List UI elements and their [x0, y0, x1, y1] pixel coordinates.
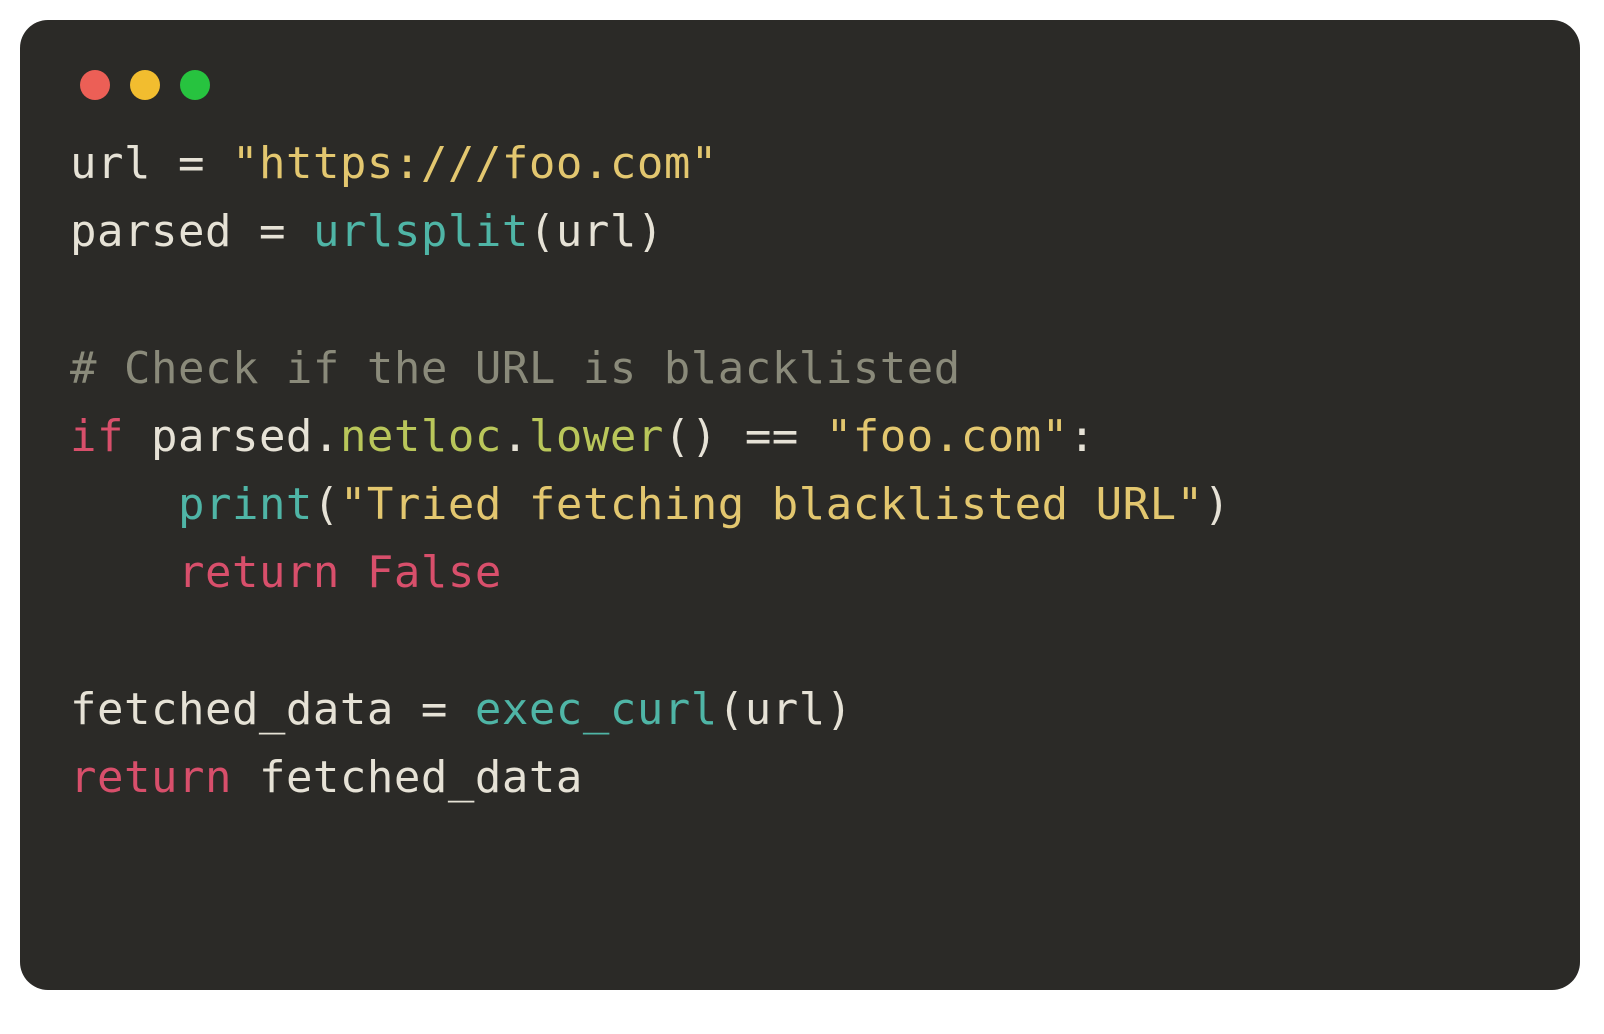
minimize-icon[interactable]: [130, 70, 160, 100]
code-line: if parsed.netloc.lower() == "foo.com":: [70, 411, 1096, 462]
function-call: urlsplit: [313, 206, 529, 257]
function-call: print: [178, 479, 313, 530]
code-line: return False: [70, 547, 502, 598]
operator: =: [394, 684, 475, 735]
zoom-icon[interactable]: [180, 70, 210, 100]
indent: [70, 479, 178, 530]
keyword-return: return: [178, 547, 340, 598]
object: parsed: [151, 411, 313, 462]
literal-false: False: [367, 547, 502, 598]
space: [124, 411, 151, 462]
string-literal: "foo.com": [826, 411, 1069, 462]
variable-name: url: [70, 138, 151, 189]
code-line: parsed = urlsplit(url): [70, 206, 664, 257]
close-icon[interactable]: [80, 70, 110, 100]
variable-name: parsed: [70, 206, 232, 257]
arguments: (url): [529, 206, 664, 257]
open-paren: (: [313, 479, 340, 530]
colon: :: [1069, 411, 1096, 462]
code-line: print("Tried fetching blacklisted URL"): [70, 479, 1231, 530]
comment: # Check if the URL is blacklisted: [70, 343, 961, 394]
space: [232, 752, 259, 803]
indent: [70, 547, 178, 598]
operator: =: [151, 138, 232, 189]
code-line: return fetched_data: [70, 752, 583, 803]
titlebar: [70, 60, 1530, 130]
dot: .: [502, 411, 529, 462]
string-literal: "https:///foo.com": [232, 138, 718, 189]
call-parens: (): [664, 411, 718, 462]
keyword-if: if: [70, 411, 124, 462]
attribute: netloc: [340, 411, 502, 462]
code-block: url = "https:///foo.com" parsed = urlspl…: [70, 130, 1530, 812]
function-call: exec_curl: [475, 684, 718, 735]
operator: =: [232, 206, 313, 257]
code-line: url = "https:///foo.com": [70, 138, 718, 189]
arguments: (url): [718, 684, 853, 735]
method: lower: [529, 411, 664, 462]
keyword-return: return: [70, 752, 232, 803]
code-window: url = "https:///foo.com" parsed = urlspl…: [20, 20, 1580, 990]
operator: ==: [718, 411, 826, 462]
code-line: fetched_data = exec_curl(url): [70, 684, 853, 735]
variable-name: fetched_data: [259, 752, 583, 803]
string-literal: "Tried fetching blacklisted URL": [340, 479, 1204, 530]
dot: .: [313, 411, 340, 462]
space: [340, 547, 367, 598]
variable-name: fetched_data: [70, 684, 394, 735]
close-paren: ): [1204, 479, 1231, 530]
